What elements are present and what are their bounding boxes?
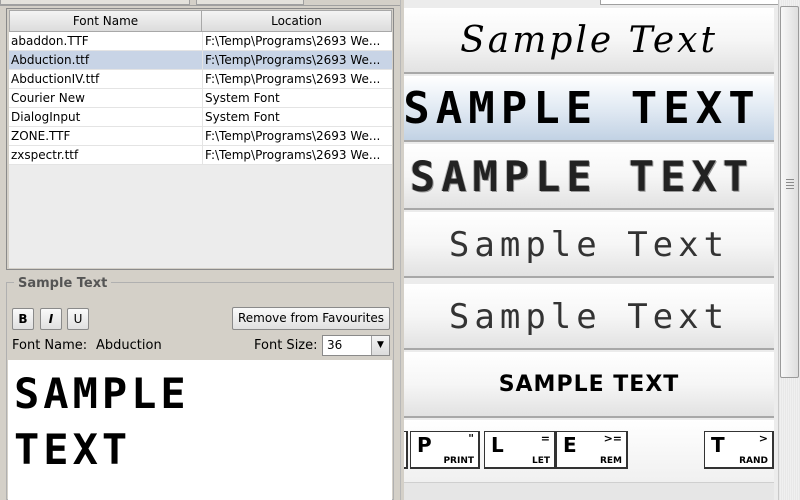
keycap-letter: P (417, 433, 432, 457)
bold-button[interactable]: B (12, 308, 34, 330)
table-row[interactable]: abaddon.TTF F:\Temp\Programs\2693 We... (9, 32, 392, 51)
keycap-letter: L (491, 433, 504, 457)
sample-item[interactable]: Sample Text (404, 212, 774, 278)
italic-button[interactable]: I (40, 308, 62, 330)
column-header-location[interactable]: Location (201, 10, 392, 32)
keycap-symbol: = (540, 432, 550, 445)
keycap-word: RAND (739, 456, 768, 466)
keycap-letter: T (711, 433, 725, 457)
tab-favourites[interactable] (196, 0, 304, 5)
font-name-cell: ZONE.TTF (11, 129, 71, 143)
sample-item-text: SAMPLE TEXT (404, 83, 761, 134)
location-cell: F:\Temp\Programs\2693 We... (202, 146, 390, 165)
keycap-symbol: > (758, 432, 768, 445)
font-size-select[interactable]: 36 ▼ (322, 335, 390, 356)
table-row[interactable]: zxspectr.ttf F:\Temp\Programs\2693 We... (9, 146, 392, 165)
table-row[interactable]: Courier New System Font (9, 89, 392, 108)
table-row[interactable]: AbductionIV.ttf F:\Temp\Programs\2693 We… (9, 70, 392, 89)
table-row[interactable]: ZONE.TTF F:\Temp\Programs\2693 We... (9, 127, 392, 146)
keycap-symbol: >= (603, 432, 622, 445)
location-cell: F:\Temp\Programs\2693 We... (202, 70, 390, 89)
location-cell: System Font (202, 108, 390, 127)
font-list-pane: Font Name Location abaddon.TTF F:\Temp\P… (0, 0, 400, 500)
font-size-label: Font Size: (254, 338, 318, 353)
font-name-cell: Courier New (11, 91, 85, 105)
location-cell: F:\Temp\Programs\2693 We... (202, 32, 390, 51)
keycap: T > RAND (704, 431, 774, 469)
sample-preview: SAMPLE TEXT (8, 360, 392, 500)
sample-item[interactable]: SAMPLE TEXT (404, 144, 774, 210)
top-field[interactable] (600, 0, 780, 5)
sample-item-text: Sample Text (448, 297, 730, 337)
underline-button[interactable]: U (67, 308, 89, 330)
sample-item-text: SAMPLE TEXT (498, 372, 680, 397)
font-size-value: 36 (327, 338, 343, 352)
tab-strip (0, 0, 400, 6)
table-row[interactable]: DialogInput System Font (9, 108, 392, 127)
font-name-cell: Abduction.ttf (11, 53, 90, 67)
sample-item-text: Sample Text (460, 20, 718, 61)
font-name-label: Font Name: (12, 338, 88, 353)
location-cell: System Font (202, 89, 390, 108)
font-name-value: Abduction (96, 338, 162, 353)
chevron-down-icon[interactable]: ▼ (371, 336, 389, 355)
remove-from-favourites-button[interactable]: Remove from Favourites (232, 307, 390, 330)
location-cell: F:\Temp\Programs\2693 We... (202, 127, 390, 146)
keycap: E >= REM (556, 431, 628, 469)
sample-item-text: SAMPLE TEXT (409, 152, 755, 201)
keycap-letter: E (563, 433, 577, 457)
sample-item[interactable]: SAMPLE TEXT (404, 352, 774, 418)
font-name-cell: AbductionIV.ttf (11, 72, 100, 86)
font-table-body: Font Name Location abaddon.TTF F:\Temp\P… (9, 10, 392, 268)
table-row[interactable]: Abduction.ttf F:\Temp\Programs\2693 We..… (9, 51, 392, 70)
sample-list-pane: Sample Text SAMPLE TEXT SAMPLE TEXT Samp… (404, 0, 800, 500)
sample-item-selected[interactable]: SAMPLE TEXT (404, 76, 774, 142)
sample-item[interactable]: Sample Text (404, 8, 774, 74)
vertical-scrollbar[interactable] (778, 0, 800, 500)
keycap-word: REM (599, 456, 622, 466)
sample-item[interactable]: Sample Text (404, 284, 774, 350)
grip-icon (786, 179, 794, 189)
font-name-cell: zxspectr.ttf (11, 148, 79, 162)
font-name-cell: DialogInput (11, 110, 81, 124)
location-cell: F:\Temp\Programs\2693 We... (202, 51, 390, 70)
font-table: Font Name Location abaddon.TTF F:\Temp\P… (6, 8, 394, 270)
scrollbar-thumb[interactable] (780, 6, 799, 378)
sample-item-partial[interactable] (404, 482, 774, 500)
keycap: P " PRINT (410, 431, 480, 469)
preview-text: SAMPLE TEXT (14, 369, 190, 474)
tab-fonts[interactable] (0, 0, 190, 5)
sample-item-text: Sample Text (448, 225, 730, 265)
sample-text-legend: Sample Text (14, 276, 112, 291)
keycap-symbol: " (468, 432, 474, 445)
keycap-word: LET (531, 456, 550, 466)
keycap-partial (404, 431, 408, 469)
keycap-word: PRINT (443, 456, 474, 466)
keycap: L = LET (484, 431, 556, 469)
font-name-cell: abaddon.TTF (11, 34, 89, 48)
column-header-font-name[interactable]: Font Name (9, 10, 202, 32)
